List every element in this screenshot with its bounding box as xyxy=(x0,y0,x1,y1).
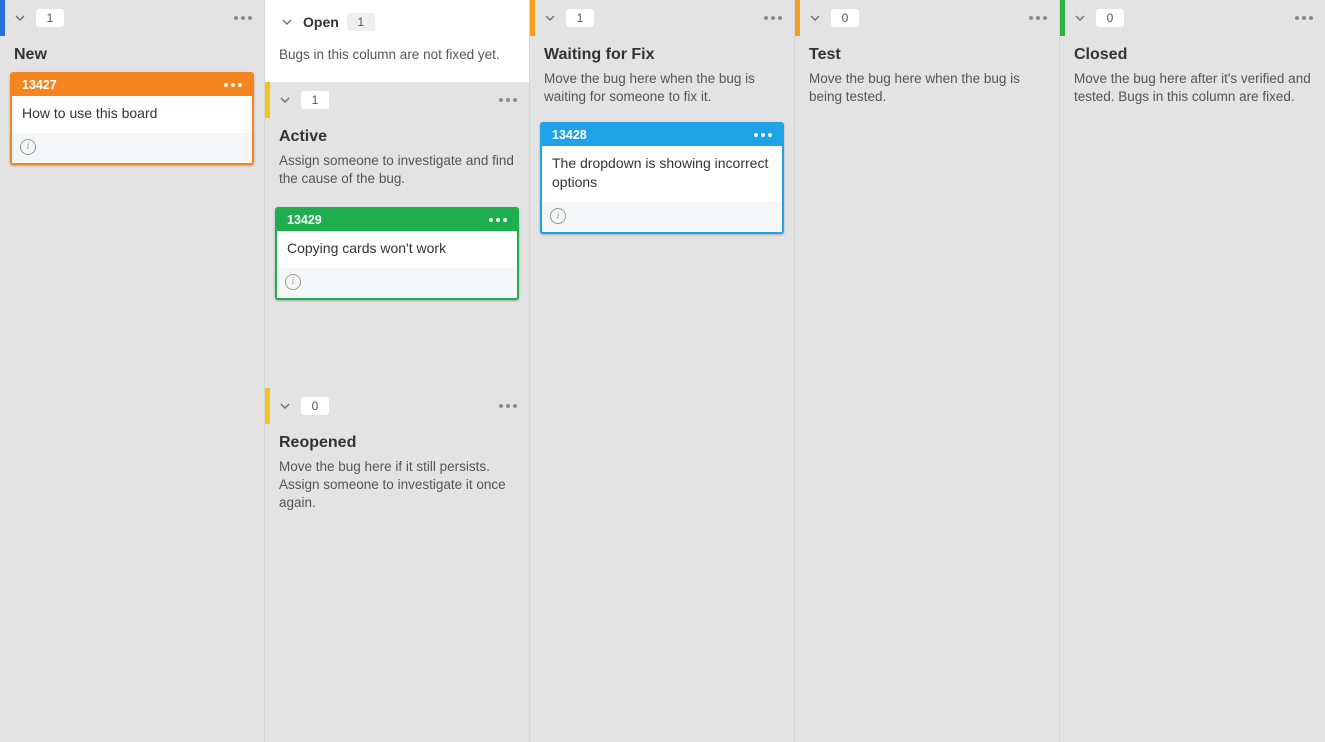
column-waiting: 1 Waiting for Fix Move the bug here when… xyxy=(530,0,795,742)
card[interactable]: 13427 How to use this board i xyxy=(10,72,254,165)
card-id: 13427 xyxy=(22,78,57,92)
card-title: The dropdown is showing incorrect option… xyxy=(542,146,782,202)
column-count: 1 xyxy=(566,9,594,27)
info-icon[interactable]: i xyxy=(285,274,301,290)
column-title: Test xyxy=(795,36,1059,68)
open-section: Open 1 Bugs in this column are not fixed… xyxy=(265,0,529,82)
column-closed: 0 Closed Move the bug here after it's ve… xyxy=(1060,0,1325,742)
card-title: How to use this board xyxy=(12,96,252,133)
chevron-down-icon[interactable] xyxy=(275,396,295,416)
column-fill xyxy=(265,522,529,742)
column-title: Closed xyxy=(1060,36,1325,68)
card-id: 13429 xyxy=(287,213,322,227)
lane-reopened: 0 Reopened Move the bug here if it still… xyxy=(265,388,529,523)
lane-reopened-header: 0 xyxy=(265,388,529,424)
column-waiting-cards: 13428 The dropdown is showing incorrect … xyxy=(530,118,794,246)
chevron-down-icon[interactable] xyxy=(10,8,30,28)
column-stripe xyxy=(1060,0,1065,36)
card-menu[interactable] xyxy=(489,218,507,222)
column-menu[interactable] xyxy=(760,12,786,24)
card-footer: i xyxy=(12,133,252,163)
column-menu[interactable] xyxy=(1291,12,1317,24)
card-footer: i xyxy=(277,268,517,298)
lane-menu[interactable] xyxy=(495,94,521,106)
card-header: 13429 xyxy=(277,209,517,231)
chevron-down-icon[interactable] xyxy=(1070,8,1090,28)
info-icon[interactable]: i xyxy=(550,208,566,224)
chevron-down-icon[interactable] xyxy=(540,8,560,28)
column-closed-header: 0 xyxy=(1060,0,1325,36)
column-desc: Move the bug here when the bug is being … xyxy=(795,68,1059,118)
column-title: New xyxy=(0,36,264,68)
lane-desc: Assign someone to investigate and find t… xyxy=(265,150,529,200)
column-count: 1 xyxy=(36,9,64,27)
card-menu[interactable] xyxy=(224,83,242,87)
open-label: Open xyxy=(303,14,339,30)
column-count: 0 xyxy=(831,9,859,27)
column-desc: Move the bug here when the bug is waitin… xyxy=(530,68,794,118)
lane-count: 1 xyxy=(301,91,329,109)
chevron-down-icon[interactable] xyxy=(275,90,295,110)
column-test-header: 0 xyxy=(795,0,1059,36)
column-stripe xyxy=(265,388,270,424)
column-fill xyxy=(530,246,794,742)
column-desc: Move the bug here after it's verified an… xyxy=(1060,68,1325,118)
chevron-down-icon[interactable] xyxy=(277,12,297,32)
column-fill xyxy=(0,177,264,742)
card[interactable]: 13429 Copying cards won't work i xyxy=(275,207,519,300)
open-header: Open 1 xyxy=(265,0,529,44)
column-fill xyxy=(1060,118,1325,742)
card[interactable]: 13428 The dropdown is showing incorrect … xyxy=(540,122,784,234)
column-menu[interactable] xyxy=(230,12,256,24)
column-fill xyxy=(795,118,1059,742)
column-stripe xyxy=(265,82,270,118)
card-id: 13428 xyxy=(552,128,587,142)
column-title: Waiting for Fix xyxy=(530,36,794,68)
lane-title: Active xyxy=(265,118,529,150)
card-menu[interactable] xyxy=(754,133,772,137)
column-open-group: Open 1 Bugs in this column are not fixed… xyxy=(265,0,530,742)
column-new: 1 New 13427 How to use this board i xyxy=(0,0,265,742)
column-stripe xyxy=(0,0,5,36)
column-waiting-header: 1 xyxy=(530,0,794,36)
lane-active-cards: 13429 Copying cards won't work i xyxy=(265,201,529,312)
column-menu[interactable] xyxy=(1025,12,1051,24)
lane-active: 1 Active Assign someone to investigate a… xyxy=(265,82,529,381)
kanban-board: 1 New 13427 How to use this board i xyxy=(0,0,1325,742)
column-new-header: 1 xyxy=(0,0,264,36)
lane-menu[interactable] xyxy=(495,400,521,412)
column-stripe xyxy=(795,0,800,36)
lane-count: 0 xyxy=(301,397,329,415)
lane-desc: Move the bug here if it still persists. … xyxy=(265,456,529,523)
column-test: 0 Test Move the bug here when the bug is… xyxy=(795,0,1060,742)
lane-active-header: 1 xyxy=(265,82,529,118)
card-title: Copying cards won't work xyxy=(277,231,517,268)
card-header: 13427 xyxy=(12,74,252,96)
card-header: 13428 xyxy=(542,124,782,146)
column-stripe xyxy=(530,0,535,36)
card-footer: i xyxy=(542,202,782,232)
open-body: Bugs in this column are not fixed yet. xyxy=(265,44,529,82)
column-count: 0 xyxy=(1096,9,1124,27)
chevron-down-icon[interactable] xyxy=(805,8,825,28)
open-desc: Bugs in this column are not fixed yet. xyxy=(265,44,529,76)
open-count: 1 xyxy=(347,13,375,31)
lane-title: Reopened xyxy=(265,424,529,456)
info-icon[interactable]: i xyxy=(20,139,36,155)
column-new-cards: 13427 How to use this board i xyxy=(0,68,264,177)
